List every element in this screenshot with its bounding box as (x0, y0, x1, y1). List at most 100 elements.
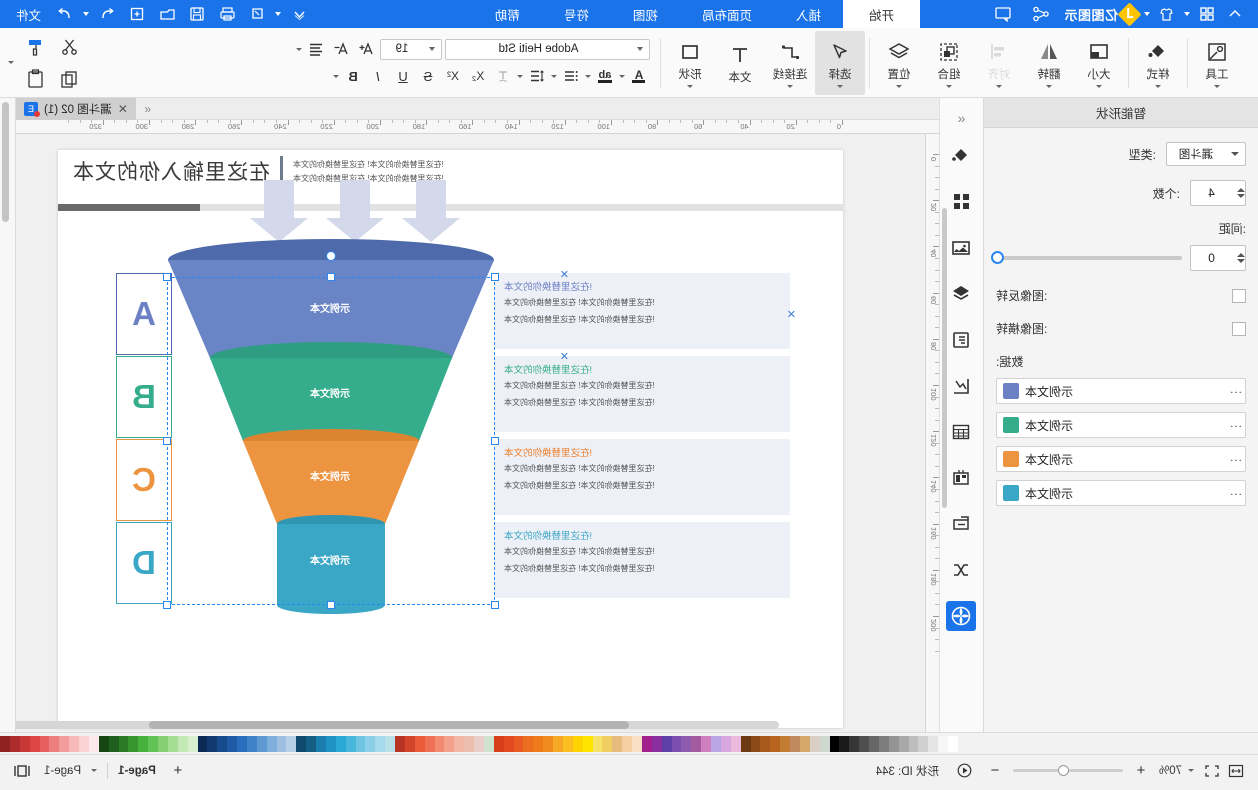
align-dropdown-icon[interactable] (996, 84, 1002, 88)
resize-handle[interactable] (327, 601, 335, 609)
chevron-double-left-icon[interactable]: « (940, 104, 983, 132)
flip-vertical-checkbox[interactable] (1232, 288, 1246, 303)
position-button[interactable]: 位置 (874, 31, 924, 95)
data-row[interactable]: 示例文本 ⋮ (996, 412, 1246, 438)
smart-shape-icon[interactable] (946, 601, 977, 631)
palette-swatch[interactable] (503, 735, 514, 752)
palette-swatch[interactable] (464, 735, 475, 752)
palette-swatch[interactable] (276, 735, 287, 752)
scrollbar-thumb[interactable] (149, 721, 629, 729)
flip-button[interactable]: 翻转 (1024, 31, 1074, 95)
resize-handle[interactable] (163, 437, 171, 445)
section-letter-box[interactable]: C (116, 439, 172, 521)
flip-horizontal-row[interactable]: 图像横转: (996, 320, 1246, 337)
fullscreen-icon[interactable] (1200, 760, 1224, 782)
palette-swatch[interactable] (800, 735, 810, 752)
paragraph-align-caret-icon[interactable] (296, 47, 302, 51)
rail-scrollbar[interactable] (942, 208, 947, 508)
palette-swatch[interactable] (484, 735, 494, 752)
shirt-caret-icon[interactable] (1144, 12, 1150, 16)
palette-swatch[interactable] (869, 735, 879, 752)
spacing-stepper[interactable]: 0 (1190, 245, 1246, 271)
palette-swatch[interactable] (918, 735, 929, 752)
section-letter-box[interactable]: B (116, 356, 172, 438)
horizontal-scrollbar[interactable] (16, 721, 779, 729)
font-size-select[interactable]: 19 (380, 38, 442, 60)
style-button[interactable]: 样式 (1133, 31, 1183, 95)
share-nodes-icon[interactable] (1028, 2, 1054, 26)
group-dropdown-icon[interactable] (946, 84, 952, 88)
palette-swatch[interactable] (217, 735, 228, 752)
palette-swatch[interactable] (622, 735, 633, 752)
palette-swatch[interactable] (118, 735, 129, 752)
palette-swatch[interactable] (395, 735, 405, 752)
fill-icon[interactable] (947, 141, 977, 171)
palette-swatch[interactable] (405, 735, 415, 752)
palette-swatch[interactable] (474, 735, 484, 752)
account-icon[interactable] (285, 2, 313, 26)
palette-swatch[interactable] (711, 735, 721, 752)
palette-swatch[interactable] (642, 735, 652, 752)
format-painter-button[interactable] (18, 32, 52, 62)
palette-swatch[interactable] (681, 735, 692, 752)
account-caret-icon[interactable] (275, 12, 282, 16)
chevron-down-icon[interactable] (429, 47, 435, 51)
chart-icon[interactable] (947, 371, 977, 401)
connection-point-icon[interactable]: ✕ (787, 308, 796, 321)
color-swatch[interactable] (1003, 485, 1019, 501)
palette-swatch[interactable] (898, 735, 909, 752)
palette-swatch[interactable] (612, 735, 623, 752)
palette-swatch[interactable] (829, 735, 840, 752)
palette-swatch[interactable] (49, 735, 60, 752)
touch-icon[interactable] (243, 2, 271, 26)
list-button[interactable] (560, 65, 582, 87)
redo-icon[interactable] (51, 2, 79, 26)
zoom-slider-knob[interactable] (1057, 765, 1069, 776)
copy-button[interactable] (52, 64, 86, 94)
notes-icon[interactable] (947, 325, 977, 355)
tools-dropdown-icon[interactable] (1214, 84, 1220, 88)
palette-swatch[interactable] (29, 735, 40, 752)
data-row[interactable]: 示例文本 ⋮ (996, 480, 1246, 506)
add-page-button[interactable]: + (166, 760, 190, 782)
palette-swatch[interactable] (19, 735, 30, 752)
palette-swatch[interactable] (602, 735, 613, 752)
shirt-icon[interactable] (1154, 2, 1180, 26)
palette-swatch[interactable] (730, 735, 741, 752)
font-family-select[interactable]: Adobe Heiti Std (445, 38, 650, 60)
palette-swatch[interactable] (632, 735, 642, 752)
select-dropdown-icon[interactable] (837, 84, 843, 88)
palette-swatch[interactable] (187, 735, 198, 752)
canvas-scroll[interactable]: 0 20 40 60 80 100 120 140 160 180 200 在这里输入你的文本 在这… (16, 134, 939, 732)
page-selector-caret-icon[interactable] (91, 769, 98, 772)
palette-swatch[interactable] (444, 735, 455, 752)
menu-item-symbols[interactable]: 符号 (542, 0, 611, 30)
palette-swatch[interactable] (69, 735, 80, 752)
align-button[interactable]: 对齐 (974, 31, 1024, 95)
palette-swatch[interactable] (592, 735, 603, 752)
resize-handle[interactable] (491, 601, 499, 609)
palette-swatch[interactable] (98, 735, 109, 752)
palette-swatches[interactable] (0, 735, 958, 752)
italic-button[interactable]: I (367, 65, 389, 87)
section-letter-box[interactable]: D (116, 522, 172, 604)
clipboard-caret-icon[interactable] (8, 61, 14, 64)
underline-button[interactable]: U (392, 65, 414, 87)
row-menu-icon[interactable]: ⋮ (1228, 384, 1243, 399)
palette-swatch[interactable] (424, 735, 435, 752)
palette-swatch[interactable] (158, 735, 168, 752)
paste-button[interactable] (18, 64, 52, 94)
palette-swatch[interactable] (582, 735, 593, 752)
palette-swatch[interactable] (168, 735, 178, 752)
palette-swatch[interactable] (296, 735, 307, 752)
symbols-grid-icon[interactable] (947, 187, 977, 217)
widget-icon[interactable] (947, 463, 977, 493)
palette-swatch[interactable] (237, 735, 247, 752)
resize-handle[interactable] (491, 273, 499, 281)
palette-swatch[interactable] (701, 735, 712, 752)
slider-knob[interactable] (991, 251, 1004, 264)
palette-swatch[interactable] (948, 735, 958, 752)
palette-swatch[interactable] (207, 735, 218, 752)
palette-swatch[interactable] (79, 735, 89, 752)
increase-font-size-icon[interactable] (355, 38, 377, 60)
